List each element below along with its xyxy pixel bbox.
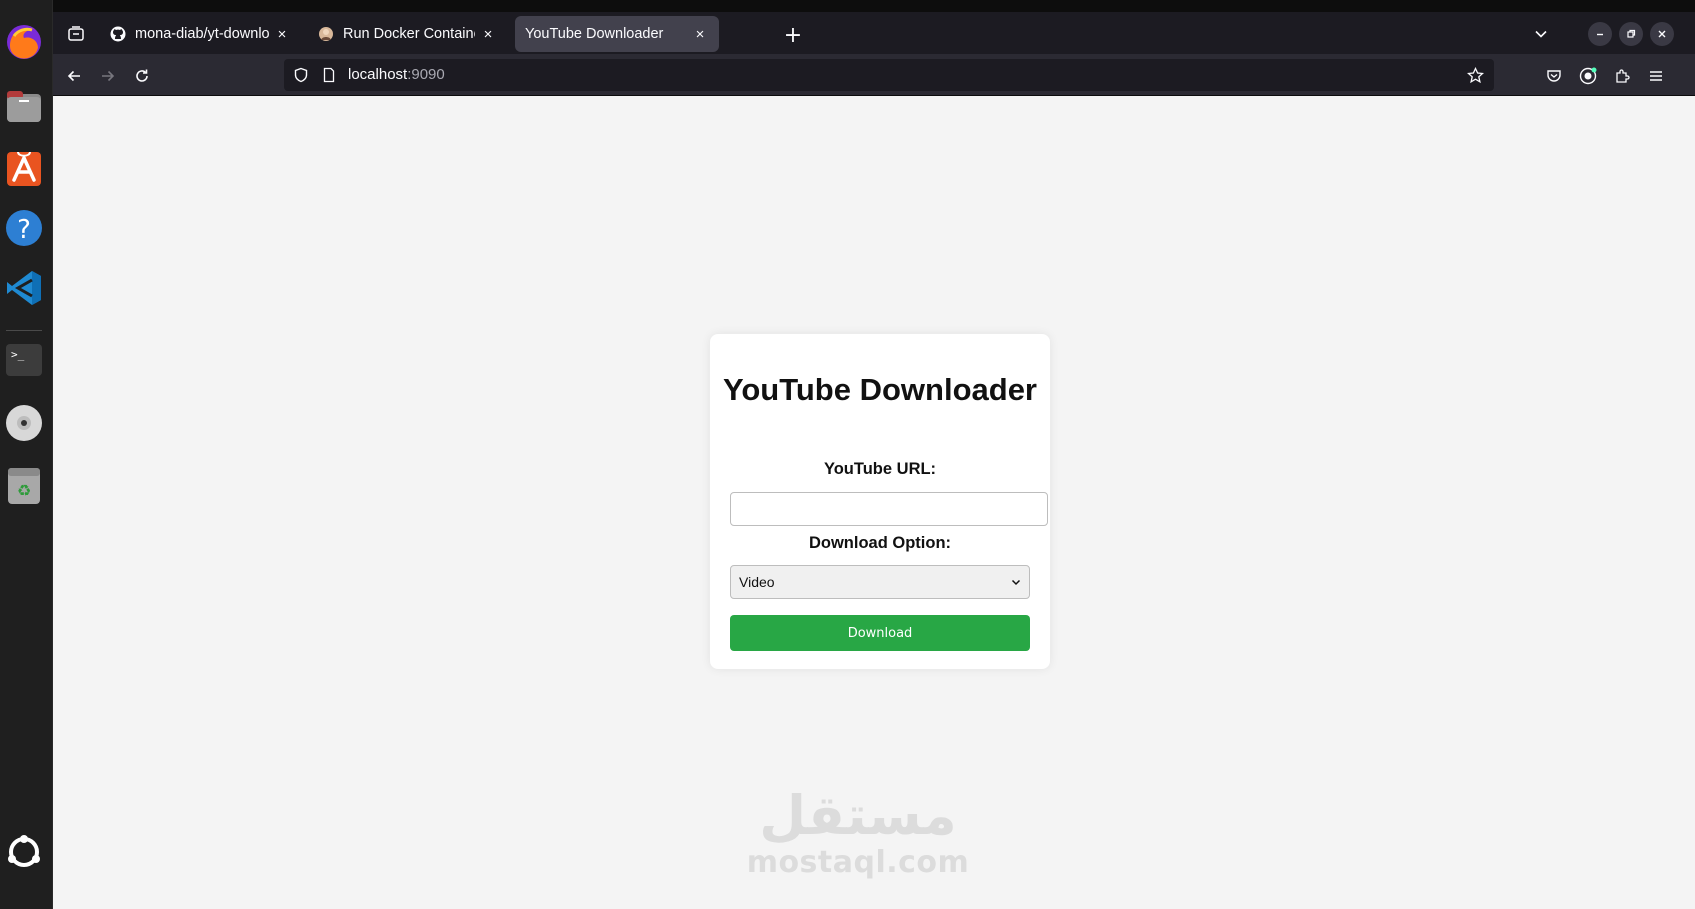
tab-title: YouTube Downloader — [525, 26, 664, 42]
download-option-label: Download Option: — [808, 534, 952, 552]
new-tab-button[interactable]: + — [778, 20, 808, 50]
firefox-view-button[interactable] — [61, 20, 91, 48]
svg-text:♻: ♻ — [17, 481, 31, 500]
tracking-protection-shield-icon[interactable] — [292, 66, 310, 84]
page-info-icon[interactable] — [320, 66, 338, 84]
reload-button[interactable] — [127, 61, 157, 91]
tab-close-button[interactable]: × — [479, 25, 497, 43]
page-content: YouTube Downloader YouTube URL: Download… — [53, 96, 1695, 909]
svg-text:>_: >_ — [11, 348, 25, 361]
tab-bar: mona-diab/yt-downloader × Run Docker Con… — [53, 12, 1695, 54]
account-button[interactable] — [1573, 61, 1603, 91]
url-host: localhost — [348, 66, 408, 83]
terminal-icon[interactable]: >_ — [4, 340, 44, 380]
list-all-tabs-button[interactable] — [1526, 20, 1556, 48]
chevron-down-icon — [1535, 30, 1547, 38]
back-arrow-icon — [67, 70, 80, 82]
download-option-select[interactable]: Video — [730, 565, 1030, 599]
screen: ? >_ ♻ mona-diab/yt-downloader × — [0, 0, 1695, 909]
docker-avatar-icon — [317, 25, 335, 43]
system-top-strip — [53, 0, 1695, 12]
app-center-icon[interactable] — [4, 148, 44, 188]
chevron-down-icon — [1011, 579, 1021, 586]
nav-bar: localhost:9090 — [53, 54, 1695, 96]
downloader-card: YouTube Downloader YouTube URL: Download… — [710, 334, 1050, 669]
pocket-button[interactable] — [1539, 61, 1569, 91]
help-icon[interactable]: ? — [4, 208, 44, 248]
vscode-icon[interactable] — [4, 268, 44, 308]
svg-text:?: ? — [17, 215, 31, 245]
reload-icon — [136, 69, 148, 82]
watermark-latin: mostaql.com — [746, 845, 970, 880]
close-window-button[interactable] — [1650, 20, 1674, 48]
watermark-arabic: مستقل — [759, 784, 957, 847]
restore-icon — [1619, 22, 1643, 46]
restore-button[interactable] — [1619, 20, 1643, 48]
trash-icon[interactable]: ♻ — [4, 465, 44, 505]
minimize-button[interactable] — [1588, 20, 1612, 48]
bookmark-star-icon[interactable] — [1466, 66, 1484, 84]
close-icon — [1650, 22, 1674, 46]
firefox-icon[interactable] — [4, 22, 44, 62]
hamburger-menu-icon — [1650, 71, 1662, 81]
download-option-value: Video — [739, 574, 775, 590]
url-port: :9090 — [407, 66, 445, 83]
tab-title: Run Docker Container Co — [343, 26, 475, 42]
forward-button[interactable] — [93, 61, 123, 91]
tab-docker[interactable]: Run Docker Container Co × — [307, 16, 507, 52]
tab-title: mona-diab/yt-downloader — [135, 26, 269, 42]
url-bar[interactable]: localhost:9090 — [284, 59, 1494, 91]
files-icon[interactable] — [4, 86, 44, 126]
download-button[interactable]: Download — [730, 615, 1030, 651]
page-title: YouTube Downloader — [722, 372, 1037, 407]
dock-separator — [6, 330, 42, 331]
account-avatar-icon — [1579, 67, 1597, 85]
url-text[interactable]: localhost:9090 — [348, 66, 445, 83]
youtube-url-label: YouTube URL: — [823, 460, 937, 478]
tab-close-button[interactable]: × — [273, 25, 291, 43]
app-menu-button[interactable] — [1641, 61, 1671, 91]
back-button[interactable] — [59, 61, 89, 91]
tab-close-button[interactable]: × — [691, 25, 709, 43]
youtube-url-input[interactable] — [730, 492, 1048, 526]
mostaql-watermark: مستقل mostaql.com — [743, 786, 973, 880]
tab-github[interactable]: mona-diab/yt-downloader × — [99, 16, 301, 52]
pocket-icon — [1547, 70, 1561, 82]
minimize-icon — [1588, 22, 1612, 46]
ubuntu-apps-icon[interactable] — [4, 832, 44, 872]
firefox-view-icon — [68, 26, 84, 41]
puzzle-icon — [1616, 69, 1630, 83]
forward-arrow-icon — [102, 70, 115, 82]
disc-icon[interactable] — [4, 403, 44, 443]
tab-youtube-downloader[interactable]: YouTube Downloader × — [515, 16, 719, 52]
dock: ? >_ ♻ — [0, 0, 53, 909]
extensions-button[interactable] — [1607, 61, 1637, 91]
github-icon — [109, 25, 127, 43]
